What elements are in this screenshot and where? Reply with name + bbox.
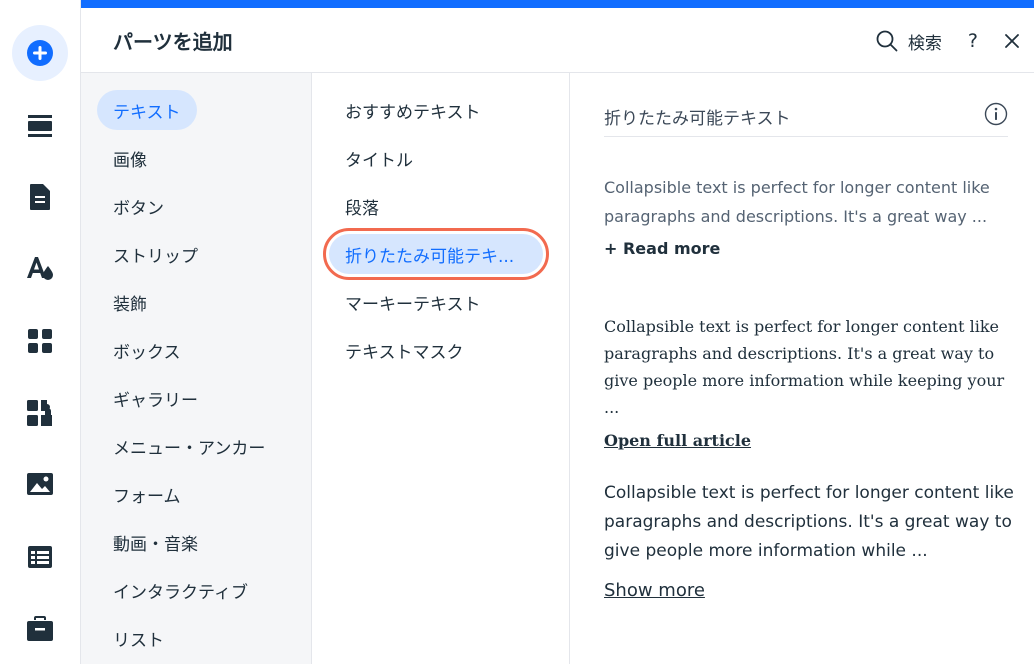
pages-button[interactable] bbox=[12, 169, 68, 225]
subcategory-item-recommended-text[interactable]: おすすめテキスト bbox=[329, 90, 497, 130]
left-tool-rail bbox=[0, 0, 81, 664]
close-button[interactable] bbox=[1004, 33, 1020, 49]
pages-icon bbox=[30, 184, 50, 210]
close-icon bbox=[1005, 34, 1019, 48]
category-item-gallery[interactable]: ギャラリー bbox=[97, 378, 214, 418]
subcategory-item-text-mask[interactable]: テキストマスク bbox=[329, 330, 480, 370]
subcategory-item-collapsible-text[interactable]: 折りたたみ可能テキ... bbox=[323, 228, 549, 280]
cms-table-icon bbox=[28, 546, 52, 568]
header-actions: 検索 ? bbox=[876, 26, 1020, 56]
preview-card-body: Collapsible text is perfect for longer c… bbox=[604, 317, 1005, 417]
subcategory-item-paragraph[interactable]: 段落 bbox=[329, 186, 395, 226]
preview-title: 折りたたみ可能テキスト bbox=[604, 109, 791, 129]
category-item-form[interactable]: フォーム bbox=[97, 474, 197, 514]
category-item-interactive[interactable]: インタラクティブ bbox=[97, 570, 264, 610]
design-button[interactable] bbox=[12, 240, 68, 296]
category-item-menu-anchor[interactable]: メニュー・アンカー bbox=[97, 426, 281, 466]
preview-card-sans[interactable]: Collapsible text is perfect for longer c… bbox=[604, 173, 1014, 258]
subcategory-list: おすすめテキスト タイトル 段落 折りたたみ可能テキ... マーキーテキスト テ… bbox=[313, 73, 570, 664]
category-list: テキスト 画像 ボタン ストリップ 装飾 ボックス ギャラリー メニュー・アンカ… bbox=[81, 73, 312, 664]
cms-button[interactable] bbox=[12, 529, 68, 585]
open-full-article-link: Open full article bbox=[604, 431, 752, 450]
sections-icon bbox=[28, 115, 52, 137]
search-button[interactable]: 検索 bbox=[876, 29, 942, 54]
subcategory-item-marquee-text[interactable]: マーキーテキスト bbox=[329, 282, 497, 322]
add-plus-icon bbox=[27, 40, 53, 66]
design-theme-icon bbox=[27, 257, 53, 280]
portfolio-briefcase-icon bbox=[27, 616, 53, 641]
category-item-button[interactable]: ボタン bbox=[97, 186, 180, 226]
preview-card-body: Collapsible text is perfect for longer c… bbox=[604, 178, 990, 226]
category-item-image[interactable]: 画像 bbox=[97, 138, 163, 178]
category-item-list[interactable]: リスト bbox=[97, 618, 180, 658]
search-label: 検索 bbox=[907, 33, 942, 54]
category-item-box[interactable]: ボックス bbox=[97, 330, 197, 370]
info-icon[interactable] bbox=[984, 102, 1008, 126]
preview-card-body: Collapsible text is perfect for longer c… bbox=[604, 483, 1014, 561]
subcategory-item-title[interactable]: タイトル bbox=[329, 138, 429, 178]
panel-accent-bar bbox=[81, 0, 1034, 8]
media-image-icon bbox=[27, 473, 53, 495]
portfolio-button[interactable] bbox=[12, 601, 68, 657]
search-icon bbox=[876, 30, 898, 52]
panel-header: パーツを追加 検索 ? bbox=[81, 8, 1034, 73]
category-item-video-music[interactable]: 動画・音楽 bbox=[97, 522, 214, 562]
show-more-link: Show more bbox=[604, 580, 705, 601]
category-item-text[interactable]: テキスト bbox=[97, 90, 197, 130]
apps-button[interactable] bbox=[12, 313, 68, 369]
read-more-link: + Read more bbox=[604, 239, 721, 258]
puzzle-plugin-icon bbox=[27, 400, 52, 426]
media-button[interactable] bbox=[12, 456, 68, 512]
preview-card-serif[interactable]: Collapsible text is perfect for longer c… bbox=[604, 313, 1014, 450]
business-apps-button[interactable] bbox=[12, 385, 68, 441]
panel-title: パーツを追加 bbox=[113, 30, 233, 54]
category-item-strip[interactable]: ストリップ bbox=[97, 234, 214, 274]
sections-button[interactable] bbox=[12, 98, 68, 154]
help-button[interactable]: ? bbox=[968, 30, 978, 52]
apps-grid-icon bbox=[28, 329, 52, 353]
preview-card-bold[interactable]: Collapsible text is perfect for longer c… bbox=[604, 479, 1014, 601]
category-item-decorative[interactable]: 装飾 bbox=[97, 282, 163, 322]
preview-area: 折りたたみ可能テキスト Collapsible text is perfect … bbox=[571, 73, 1034, 664]
add-elements-panel: パーツを追加 検索 ? テキスト 画像 ボタン ストリップ 装飾 ボックス ギャ… bbox=[81, 0, 1034, 664]
preview-header: 折りたたみ可能テキスト bbox=[604, 98, 1008, 137]
add-elements-button[interactable] bbox=[12, 25, 68, 81]
